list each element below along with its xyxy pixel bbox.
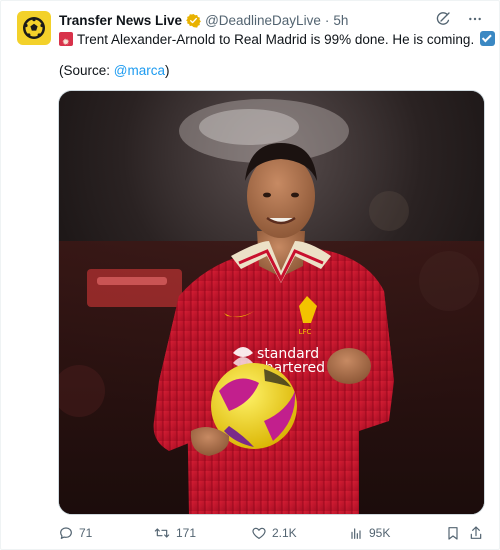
source-line: (Source: @marca)	[59, 63, 170, 78]
reply-button[interactable]: 71	[58, 525, 92, 541]
bookmark-icon	[448, 527, 458, 540]
author-avatar[interactable]	[17, 11, 51, 45]
separator-dot: ·	[324, 12, 330, 28]
source-suffix: )	[165, 63, 170, 78]
repost-count: 171	[176, 526, 197, 540]
reply-count: 71	[79, 526, 93, 540]
more-icon[interactable]	[467, 11, 483, 30]
tweet-photo[interactable]: LFC standard chartered	[58, 90, 485, 515]
reply-icon	[60, 527, 72, 539]
japanese-flag-emoji-icon	[59, 32, 73, 51]
share-icon	[470, 526, 482, 539]
author-handle[interactable]: @DeadlineDayLive	[205, 13, 321, 28]
tweet-text: Trent Alexander-Arnold to Real Madrid is…	[59, 31, 495, 51]
author-name[interactable]: Transfer News Live	[59, 13, 182, 28]
views-button[interactable]: 95K	[348, 525, 390, 541]
source-mention-link[interactable]: @marca	[114, 63, 165, 78]
views-icon	[351, 528, 361, 539]
heart-icon	[252, 527, 266, 539]
tweet-card[interactable]: Transfer News Live @DeadlineDayLive · 5h…	[0, 0, 500, 550]
bookmark-button[interactable]	[445, 525, 461, 541]
repost-icon	[154, 528, 170, 538]
repost-button[interactable]: 171	[153, 525, 196, 541]
football-icon	[23, 17, 45, 39]
tweet-body: Trent Alexander-Arnold to Real Madrid is…	[77, 32, 475, 47]
verified-badge-icon	[186, 13, 201, 28]
crest-text: LFC	[299, 328, 312, 336]
action-bar: 71 171 2.1K 95K	[58, 525, 485, 547]
tweet-timestamp[interactable]: 5h	[333, 13, 348, 28]
grok-icon[interactable]	[435, 11, 451, 30]
tweet-header: Transfer News Live @DeadlineDayLive · 5h	[59, 11, 483, 29]
like-button[interactable]: 2.1K	[251, 525, 297, 541]
check-mark-emoji-icon	[479, 31, 495, 46]
player-photo: LFC standard chartered	[59, 91, 484, 514]
share-button[interactable]	[468, 525, 484, 541]
like-count: 2.1K	[272, 526, 297, 540]
source-prefix: (Source:	[59, 63, 114, 78]
views-count: 95K	[369, 526, 391, 540]
